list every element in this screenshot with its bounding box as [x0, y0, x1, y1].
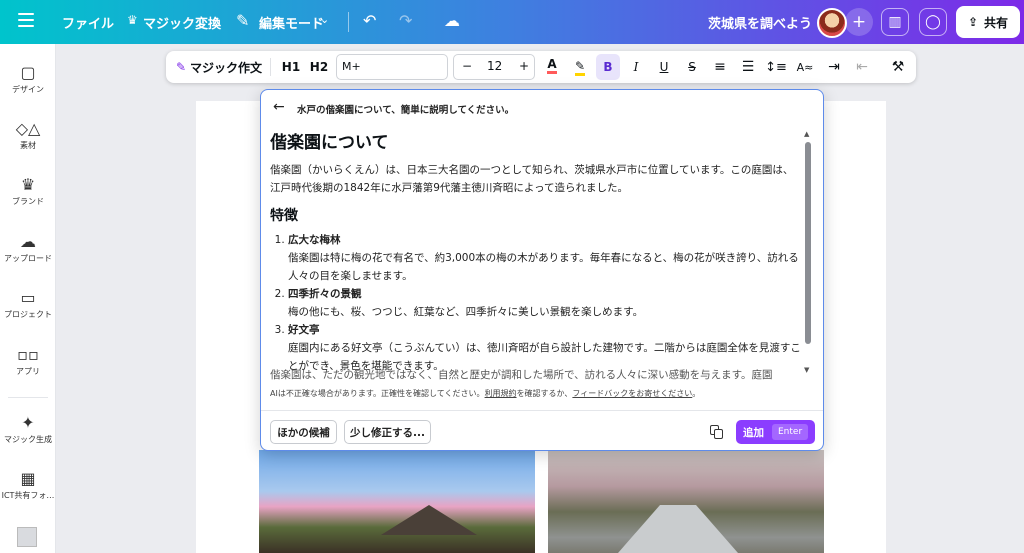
font-size-input[interactable]: 12 — [487, 59, 502, 73]
brand-icon: ♛ — [20, 175, 36, 194]
text-color-icon: A — [547, 57, 557, 74]
sidebar-item-apps[interactable]: ▫▫ アプリ — [0, 344, 56, 377]
font-size-increase-button[interactable]: + — [519, 59, 529, 73]
bold-button[interactable]: B — [596, 54, 620, 80]
underline-button[interactable]: U — [652, 51, 676, 83]
sidebar-item-design[interactable]: ▢ デザイン — [0, 62, 56, 95]
response-heading: 偕楽園について — [270, 133, 389, 153]
avatar[interactable] — [817, 8, 847, 38]
italic-button[interactable]: I — [624, 51, 648, 83]
kairakuen-garden-photo[interactable] — [548, 450, 824, 553]
paint-roller-icon[interactable]: ⚒ — [886, 51, 910, 83]
revise-button[interactable]: 少し修正する... — [344, 420, 431, 444]
elements-icon: ◇△ — [15, 119, 41, 138]
ai-response: 偕楽園について 偕楽園（かいらくえん）は、日本三大名園の一つとして知られ、茨城県… — [270, 125, 802, 379]
indent-icon[interactable]: ⇥ — [822, 51, 846, 83]
sidebar-item-elements[interactable]: ◇△ 素材 — [0, 118, 56, 151]
font-size-stepper: − 12 + — [453, 54, 535, 80]
magic-media-icon: ✦ — [21, 413, 35, 432]
share-icon: ⇪ — [967, 15, 979, 29]
insights-icon[interactable]: ▥ — [881, 8, 909, 36]
sidebar-item-upload[interactable]: ☁ アップロード — [0, 231, 56, 264]
add-button[interactable]: 追加 Enter — [736, 420, 815, 444]
menu-icon[interactable] — [18, 13, 34, 31]
upload-icon: ☁ — [20, 232, 36, 251]
outdent-icon[interactable]: ⇤ — [850, 51, 874, 83]
font-select[interactable]: M+ — [336, 54, 448, 80]
document-title[interactable]: 茨城県を調べよう — [708, 13, 812, 32]
edit-mode-button[interactable]: 編集モード — [259, 13, 324, 32]
bullet-list-icon[interactable]: ☰ — [736, 51, 760, 83]
copy-icon[interactable] — [710, 425, 724, 439]
kairakuen-plum-photo[interactable] — [259, 450, 535, 553]
magic-write-panel: ← 水戸の偕楽園について、簡単に説明してください。 偕楽園について 偕楽園（かい… — [260, 89, 824, 451]
sidebar-app-thumbnail[interactable] — [17, 527, 37, 547]
list-item: 好文亭 庭園内にある好文亭（こうぶんてい）は、徳川斉昭が自ら設計した建物です。二… — [288, 321, 802, 375]
add-collaborator-icon[interactable]: + — [845, 8, 873, 36]
enter-shortcut-badge: Enter — [772, 424, 809, 440]
line-spacing-icon[interactable]: ↕≡ — [764, 51, 788, 83]
scroll-thumb[interactable] — [805, 142, 811, 344]
font-size-decrease-button[interactable]: − — [462, 59, 472, 73]
response-overflow-text: 偕楽園は、ただの観光地ではなく、自然と歴史が調和した場所で、訪れる人々に深い感動… — [270, 369, 773, 381]
magic-switch-button[interactable]: マジック変換 — [143, 13, 221, 32]
crown-icon: ♛ — [127, 13, 138, 27]
pencil-icon: ✎ — [236, 11, 250, 30]
shared-folder-icon: ▦ — [20, 469, 36, 488]
format-toolbar: ✎ マジック作文 H1 H2 M+ − 12 + A ✎ B I U S ≡ ☰… — [166, 51, 916, 83]
sidebar-item-shared-folder[interactable]: ▦ ICT共有フォ… — [0, 468, 56, 501]
design-icon: ▢ — [20, 63, 36, 82]
response-intro: 偕楽園（かいらくえん）は、日本三大名園の一つとして知られ、茨城県水戸市に位置して… — [270, 164, 794, 194]
text-effects-icon[interactable]: A≈ — [792, 51, 818, 83]
ai-prompt-text: 水戸の偕楽園について、簡単に説明してください。 — [297, 105, 515, 116]
sidebar-item-projects[interactable]: ▭ プロジェクト — [0, 287, 56, 320]
share-label: 共有 — [984, 15, 1009, 30]
sidebar-item-brand[interactable]: ♛ ブランド — [0, 174, 56, 207]
chevron-down-icon[interactable]: ⌄ — [320, 13, 329, 26]
comment-icon[interactable]: ◯ — [919, 8, 947, 36]
heading2-button[interactable]: H2 — [306, 51, 332, 83]
features-heading: 特徴 — [270, 208, 298, 224]
feedback-link[interactable]: フィードバックをお寄せください — [572, 389, 692, 398]
terms-link[interactable]: 利用規約 — [485, 389, 517, 398]
heading1-button[interactable]: H1 — [278, 51, 304, 83]
features-list: 広大な梅林 偕楽園は特に梅の花で有名で、約3,000本の梅の木があります。毎年春… — [270, 231, 802, 375]
file-menu[interactable]: ファイル — [62, 13, 114, 32]
list-item: 四季折々の景観 梅の他にも、桜、つつじ、紅葉など、四季折々に美しい景観を楽しめま… — [288, 285, 802, 321]
magic-wand-icon: ✎ — [175, 60, 187, 74]
scroll-down-icon[interactable]: ▼ — [804, 366, 809, 374]
list-item: 広大な梅林 偕楽園は特に梅の花で有名で、約3,000本の梅の木があります。毎年春… — [288, 231, 802, 285]
ai-disclaimer: AIは不正確な場合があります。正確性を確認してください。利用規約を確認するか、フ… — [270, 389, 701, 398]
divider — [261, 410, 823, 411]
sidebar-item-magic-media[interactable]: ✦ マジック生成 — [0, 412, 56, 445]
align-left-icon[interactable]: ≡ — [708, 51, 732, 83]
magic-write-button[interactable]: ✎ マジック作文 — [174, 51, 264, 83]
add-label: 追加 — [743, 426, 764, 439]
left-sidebar: ▢ デザイン ◇△ 素材 ♛ ブランド ☁ アップロード ▭ プロジェクト ▫▫… — [0, 44, 56, 553]
text-color-button[interactable]: A — [540, 51, 564, 83]
cloud-saved-icon[interactable]: ☁ — [444, 11, 460, 30]
scrollbar[interactable]: ▲ ▼ — [804, 130, 811, 376]
highlighter-icon: ✎ — [574, 59, 586, 76]
redo-icon[interactable]: ↷ — [399, 11, 412, 30]
undo-icon[interactable]: ↶ — [363, 11, 376, 30]
highlight-button[interactable]: ✎ — [568, 51, 592, 83]
divider — [348, 12, 349, 32]
apps-icon: ▫▫ — [17, 345, 39, 364]
divider — [270, 58, 271, 76]
top-bar: ファイル ♛ マジック変換 ✎ 編集モード ⌄ ↶ ↷ ☁ 茨城県を調べよう +… — [0, 0, 1024, 44]
sidebar-divider — [8, 397, 48, 398]
folder-icon: ▭ — [20, 288, 36, 307]
share-button[interactable]: ⇪ 共有 — [956, 6, 1020, 38]
scroll-up-icon[interactable]: ▲ — [804, 130, 809, 138]
other-options-button[interactable]: ほかの候補 — [270, 420, 337, 444]
back-arrow-icon[interactable]: ← — [273, 99, 285, 115]
strikethrough-button[interactable]: S — [680, 51, 704, 83]
